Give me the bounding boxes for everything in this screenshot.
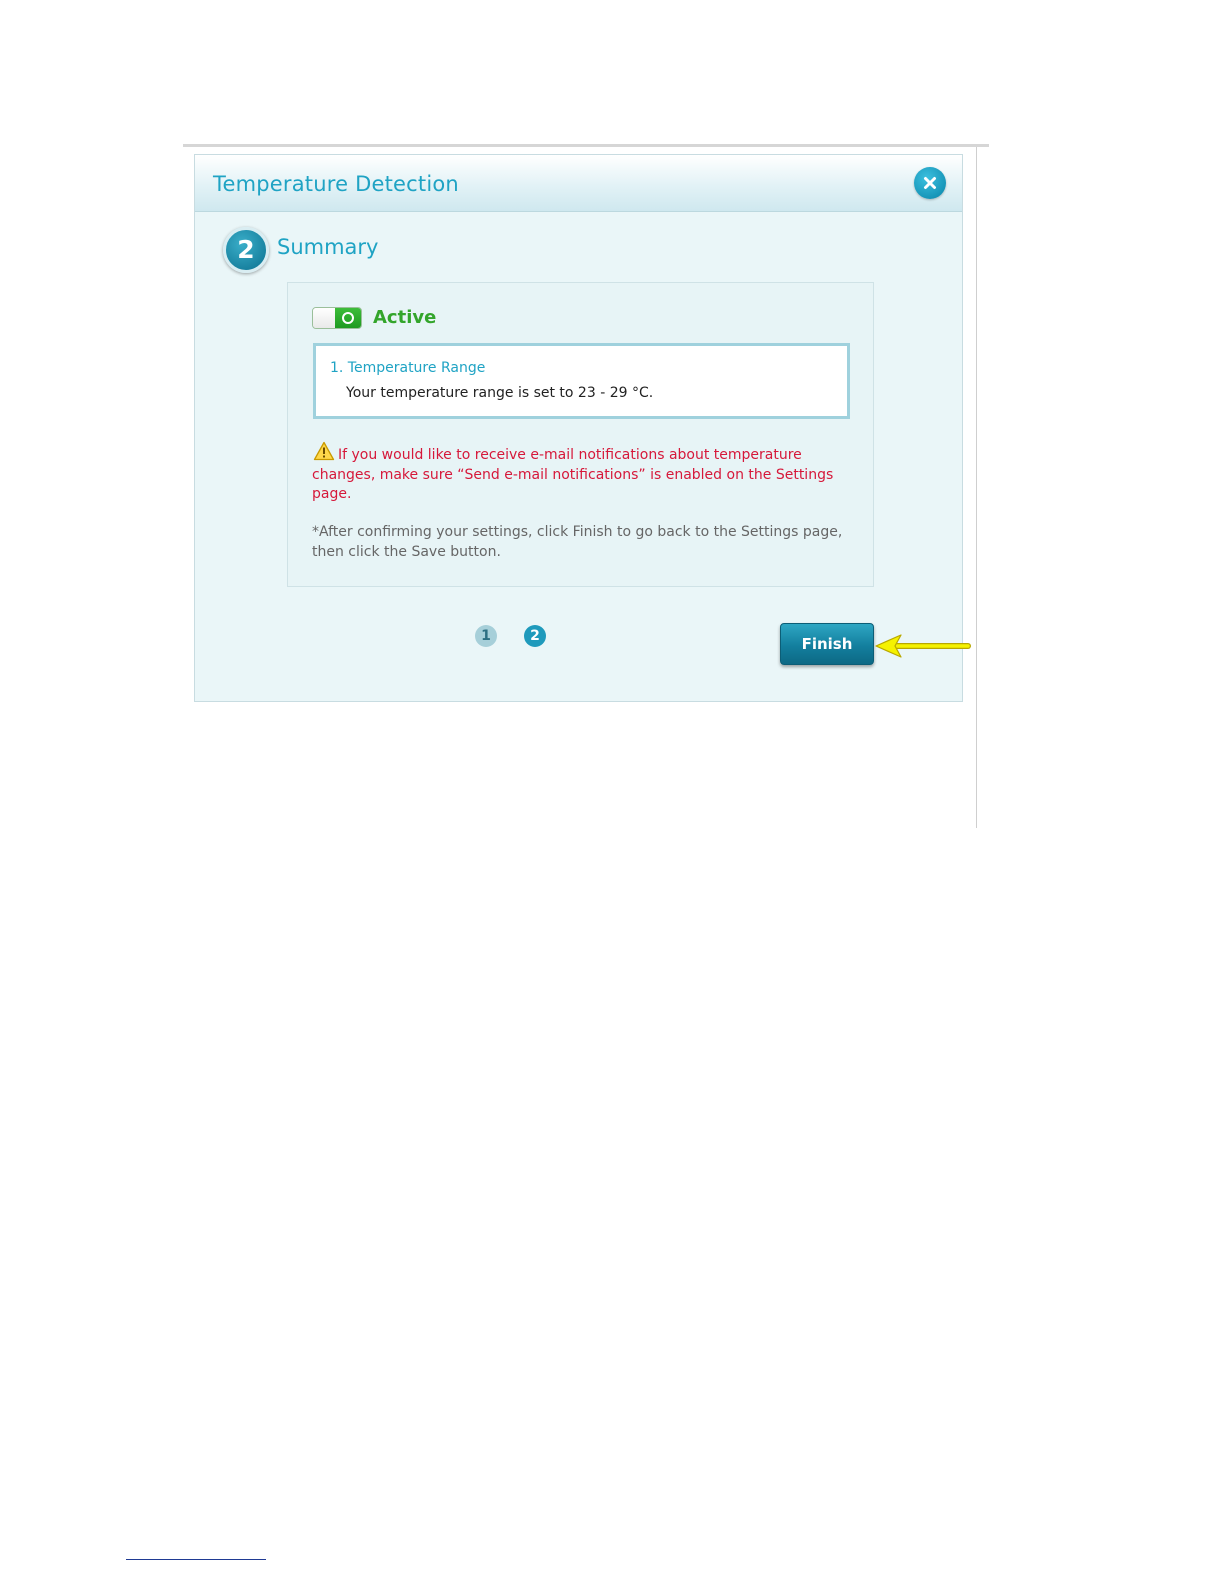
temperature-detection-dialog: Temperature Detection 2 Summary Active 1…	[194, 154, 963, 702]
active-status-label: Active	[373, 307, 437, 328]
finish-button[interactable]: Finish	[780, 623, 874, 665]
temperature-range-title: 1. Temperature Range	[330, 360, 486, 376]
summary-panel: Active 1. Temperature Range Your tempera…	[287, 282, 874, 587]
temperature-range-box: 1. Temperature Range Your temperature ra…	[313, 343, 850, 419]
active-toggle[interactable]	[312, 307, 362, 329]
finish-instruction-note: *After confirming your settings, click F…	[312, 524, 843, 560]
toggle-on-indicator	[335, 308, 361, 328]
toggle-knob	[313, 308, 336, 328]
yellow-pointer-arrow-icon	[875, 634, 971, 658]
step-1-indicator[interactable]: 1	[475, 625, 497, 647]
footnote-divider	[126, 1559, 266, 1560]
close-icon	[924, 177, 936, 189]
step-2-indicator[interactable]: 2	[524, 625, 546, 647]
step-title: Summary	[277, 235, 379, 259]
dialog-header: Temperature Detection	[195, 155, 962, 212]
power-on-icon	[342, 312, 354, 324]
step-number-badge: 2	[223, 227, 269, 273]
temperature-range-text: Your temperature range is set to 23 - 29…	[346, 385, 654, 401]
page: Temperature Detection 2 Summary Active 1…	[0, 0, 1224, 1584]
email-notification-warning: If you would like to receive e-mail noti…	[312, 447, 834, 502]
dialog-title: Temperature Detection	[213, 172, 459, 196]
top-divider	[183, 144, 989, 147]
right-divider	[976, 147, 977, 828]
close-button[interactable]	[914, 167, 946, 199]
